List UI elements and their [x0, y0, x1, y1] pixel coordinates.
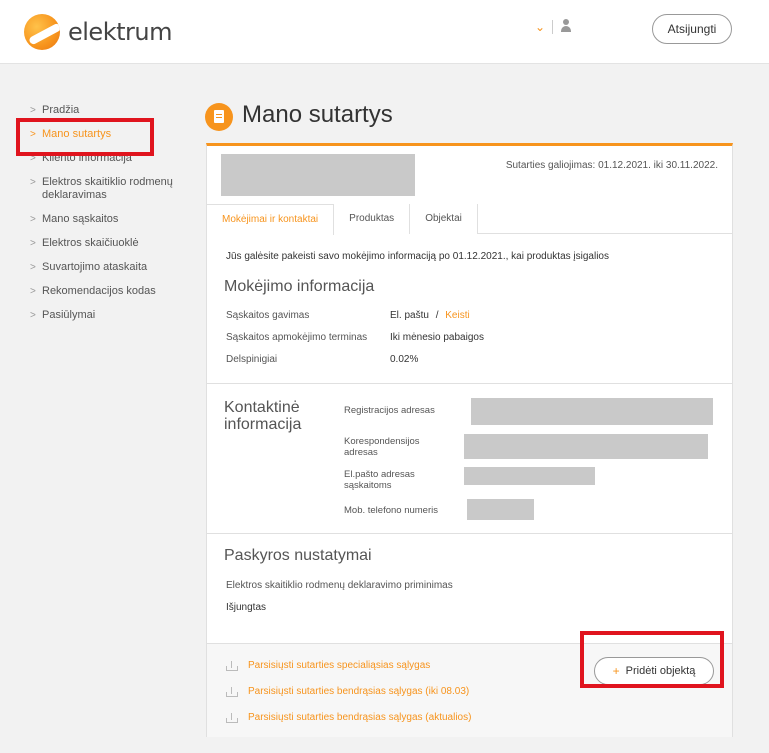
phone-label: Mob. telefono numeris [344, 505, 438, 516]
page-title: Mano sutartys [242, 101, 393, 128]
download-icon [226, 660, 238, 671]
separator: / [435, 310, 439, 321]
sidebar-item-home[interactable]: > Pradžia [30, 104, 200, 117]
tab-objects[interactable]: Objektai [410, 204, 478, 234]
download-icon [226, 712, 238, 723]
reminder-value: Išjungtas [226, 602, 267, 613]
contract-validity: Sutarties galiojimas: 01.12.2021. iki 30… [505, 160, 718, 171]
late-fee-value: 0.02% [390, 354, 419, 365]
redacted-contract-name [221, 154, 415, 196]
redacted-correspondence-address [464, 434, 708, 459]
download-icon [226, 686, 238, 697]
invoice-delivery-value: El. paštu / Keisti [390, 310, 470, 321]
contact-info-title: Kontaktinė informacija [224, 399, 302, 433]
elektrum-logo[interactable]: elektrum [24, 14, 172, 50]
redacted-registration-address [471, 398, 713, 425]
sidebar-item-referral-code[interactable]: > Rekomendacijos kodas [30, 285, 200, 298]
top-header: elektrum ⌄ Atsijungti [0, 0, 769, 64]
download-general-terms-current-link[interactable]: Parsisiųsti sutarties bendrąsias sąlygas… [226, 712, 471, 723]
download-special-terms-link[interactable]: Parsisiųsti sutarties specialiąsias sąly… [226, 660, 430, 671]
payment-notice: Jūs galėsite pakeisti savo mokėjimo info… [226, 251, 609, 262]
redacted-email [464, 467, 595, 485]
chevron-right-icon: > [30, 105, 36, 116]
sidebar-item-consumption-report[interactable]: > Suvartojimo ataskaita [30, 261, 200, 274]
invoice-delivery-method: El. paštu [390, 310, 429, 321]
sidebar-item-offers[interactable]: > Pasiūlymai [30, 309, 200, 322]
tab-payments-contacts[interactable]: Mokėjimai ir kontaktai [207, 204, 335, 235]
change-link[interactable]: Keisti [445, 310, 469, 321]
divider [207, 533, 732, 534]
invoice-delivery-label: Sąskaitos gavimas [226, 310, 310, 321]
chevron-right-icon: > [30, 214, 36, 225]
redacted-phone [467, 499, 534, 520]
logo-icon [24, 14, 60, 50]
logout-button[interactable]: Atsijungti [652, 14, 732, 44]
sidebar-item-invoices[interactable]: > Mano sąskaitos [30, 213, 200, 226]
chevron-right-icon: > [30, 286, 36, 297]
chevron-right-icon: > [30, 310, 36, 321]
registration-address-label: Registracijos adresas [344, 405, 435, 416]
payment-term-label: Sąskaitos apmokėjimo terminas [226, 332, 368, 343]
payment-info-title: Mokėjimo informacija [224, 278, 375, 295]
chevron-right-icon: > [30, 262, 36, 273]
logo-text: elektrum [68, 18, 172, 46]
late-fee-label: Delspinigiai [226, 354, 278, 365]
sidebar-item-meter-readings[interactable]: > Elektros skaitiklio rodmenų deklaravima… [30, 176, 200, 202]
user-icon[interactable] [560, 19, 572, 33]
chevron-down-icon[interactable]: ⌄ [535, 20, 545, 34]
chevron-right-icon: > [30, 238, 36, 249]
reminder-label: Elektros skaitiklio rodmenų deklaravimo … [226, 580, 453, 591]
correspondence-address-label: Korespondensijos adresas [344, 436, 420, 458]
highlight-box [16, 118, 154, 156]
divider [207, 383, 732, 384]
payment-term-value: Iki mėnesio pabaigos [390, 332, 484, 343]
download-general-terms-old-link[interactable]: Parsisiųsti sutarties bendrąsias sąlygas… [226, 686, 469, 697]
document-icon [205, 103, 233, 131]
divider [552, 20, 553, 34]
email-address-label: El.pašto adresas sąskaitoms [344, 469, 415, 491]
tab-product[interactable]: Produktas [334, 204, 411, 234]
account-settings-title: Paskyros nustatymai [224, 547, 372, 564]
sidebar-item-calculator[interactable]: > Elektros skaičiuoklė [30, 237, 200, 250]
contract-tabs: Mokėjimai ir kontaktai Produktas Objekta… [207, 204, 732, 235]
chevron-right-icon: > [30, 177, 36, 188]
highlight-box [580, 631, 724, 688]
